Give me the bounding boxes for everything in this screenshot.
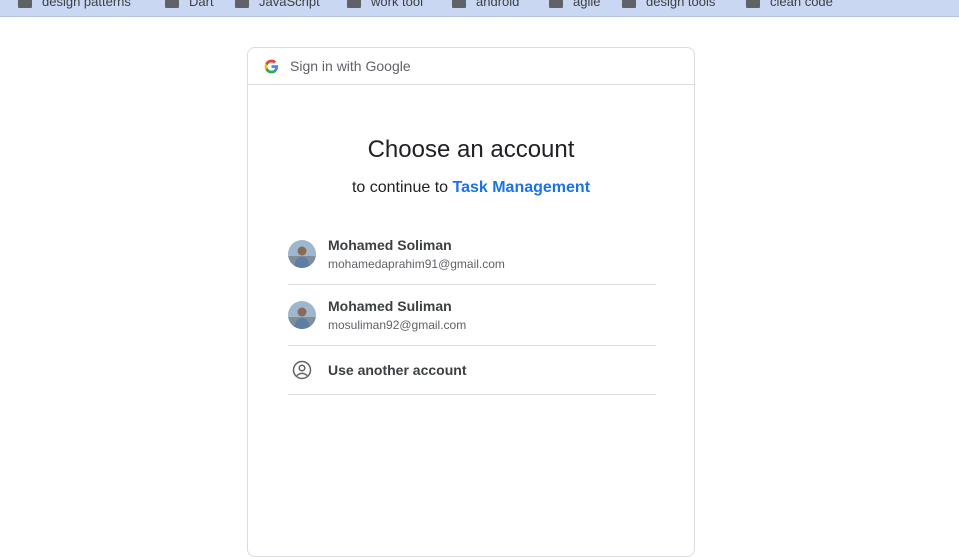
account-chooser-card: Sign in with Google Choose an account to… xyxy=(247,47,695,557)
google-logo-icon xyxy=(264,59,279,73)
account-list: Mohamed Soliman mohamedaprahim91@gmail.c… xyxy=(288,224,656,395)
card-header: Sign in with Google xyxy=(248,48,694,85)
folder-icon xyxy=(452,0,466,8)
bookmark-work-tool[interactable]: work tool xyxy=(347,0,423,9)
folder-icon xyxy=(746,0,760,8)
bookmark-label: android xyxy=(476,0,520,9)
account-email: mohamedaprahim91@gmail.com xyxy=(328,257,505,271)
account-name: Mohamed Soliman xyxy=(328,237,452,253)
bookmark-dart[interactable]: Dart xyxy=(165,0,214,9)
page-title: Choose an account xyxy=(367,136,575,163)
bookmark-label: design tools xyxy=(646,0,716,9)
bookmark-label: clean code xyxy=(770,0,833,9)
bookmark-label: work tool xyxy=(371,0,424,9)
app-name-link[interactable]: Task Management xyxy=(453,179,591,196)
use-another-account-item[interactable]: Use another account xyxy=(288,346,656,395)
use-another-account-label: Use another account xyxy=(328,362,467,378)
person-circle-icon xyxy=(288,356,316,384)
bookmark-label: design patterns xyxy=(42,0,131,9)
bookmark-agile[interactable]: agile xyxy=(549,0,600,9)
bookmark-design-tools[interactable]: design tools xyxy=(622,0,715,9)
folder-icon xyxy=(347,0,361,8)
page-subtitle: to continue to Task Management xyxy=(248,179,694,197)
bookmark-label: Dart xyxy=(189,0,214,9)
folder-icon xyxy=(622,0,636,8)
avatar xyxy=(288,240,316,268)
account-name: Mohamed Suliman xyxy=(328,298,452,314)
folder-icon xyxy=(235,0,249,8)
subtitle-prefix: to continue to xyxy=(351,179,449,196)
card-header-label: Sign in with Google xyxy=(290,58,411,74)
folder-icon xyxy=(549,0,563,8)
avatar xyxy=(288,301,316,329)
account-item[interactable]: Mohamed Suliman mosuliman92@gmail.com xyxy=(288,285,656,346)
bookmark-design-patterns[interactable]: design patterns xyxy=(18,0,131,9)
bookmark-clean-code[interactable]: clean code xyxy=(746,0,833,9)
bookmark-javascript[interactable]: JavaScript xyxy=(235,0,320,9)
bookmark-android[interactable]: android xyxy=(452,0,519,9)
account-email: mosuliman92@gmail.com xyxy=(328,318,467,332)
folder-icon xyxy=(18,0,32,8)
bookmarks-bar: design patterns Dart JavaScript work too… xyxy=(0,0,959,17)
account-item[interactable]: Mohamed Soliman mohamedaprahim91@gmail.c… xyxy=(288,224,656,285)
bookmark-label: agile xyxy=(573,0,601,9)
bookmark-label: JavaScript xyxy=(259,0,320,9)
folder-icon xyxy=(165,0,179,8)
